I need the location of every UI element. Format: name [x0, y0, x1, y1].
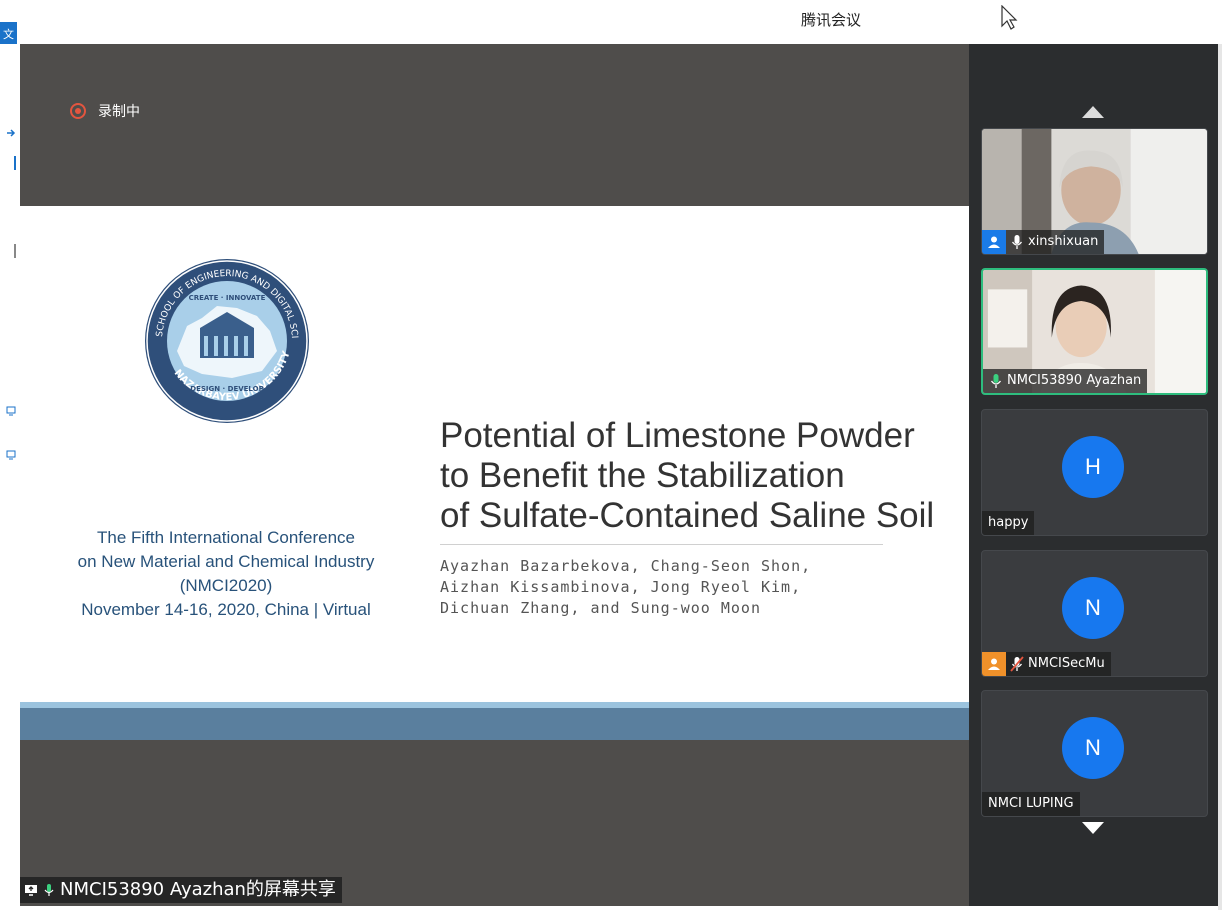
slide-title-line: to Benefit the Stabilization	[440, 456, 845, 495]
authors: Ayazhan Bazarbekova, Chang-Seon Shon, Ai…	[440, 556, 811, 619]
logo-motto-bottom: DESIGN · DEVELOP	[190, 385, 263, 393]
microphone-icon	[44, 884, 54, 896]
host-icon	[982, 230, 1006, 254]
app-title: 腾讯会议	[801, 11, 862, 29]
recording-label: 录制中	[98, 104, 140, 120]
participant-name-tag: NMCISecMu	[982, 652, 1111, 676]
title-divider	[440, 544, 883, 545]
participant-name: xinshixuan	[1028, 234, 1099, 249]
presentation-slide: SCHOOL OF ENGINEERING AND DIGITAL SCIENC…	[20, 206, 969, 740]
participant-name: NMCISecMu	[1028, 656, 1105, 671]
participant-avatar: N	[1062, 717, 1124, 779]
monitor-icon	[6, 450, 16, 460]
conference-line: (NMCI2020)	[179, 576, 273, 595]
participant-name: NMCI53890 Ayazhan	[1007, 373, 1142, 388]
mouse-cursor-icon	[1001, 5, 1018, 30]
cohost-icon	[982, 652, 1006, 676]
logo-motto-top: CREATE · INNOVATE	[189, 294, 266, 302]
scroll-up-arrow-icon[interactable]	[1082, 106, 1104, 118]
strip-line	[14, 244, 16, 258]
monitor-icon	[6, 406, 16, 416]
conference-line: November 14-16, 2020, China | Virtual	[81, 600, 371, 619]
slide-title-line: Potential of Limestone Powder	[440, 416, 915, 455]
participant-name-tag: xinshixuan	[982, 230, 1105, 254]
authors-line: Aizhan Kissambinova, Jong Ryeol Kim,	[440, 578, 802, 596]
microphone-icon	[1011, 235, 1023, 249]
slide-title-line: of Sulfate-Contained Saline Soil	[440, 496, 935, 535]
title-bar: 文件 腾讯会议	[0, 0, 1222, 48]
conference-line: The Fifth International Conference	[97, 528, 355, 547]
participant-avatar: H	[1062, 436, 1124, 498]
microphone-muted-icon	[1010, 656, 1024, 672]
arrow-icon	[7, 129, 16, 137]
scroll-down-arrow-icon[interactable]	[1082, 822, 1104, 834]
window-edge	[1218, 44, 1222, 910]
participant-name-tag: NMCI53890 Ayazhan	[983, 369, 1148, 393]
participant-tile-nmcisecmu[interactable]: N NMCISecMu	[981, 550, 1208, 677]
screen-share-area: 录制中 SCHOOL OF ENGINEERING AND DIGITAL SC…	[20, 44, 989, 906]
participant-avatar: N	[1062, 577, 1124, 639]
participant-panel: xinshixuan NMCI53890 Ayazhan H happy N N…	[969, 44, 1218, 906]
participant-tile-nmci-luping[interactable]: N NMCI LUPING	[981, 690, 1208, 817]
microphone-speaking-icon	[990, 374, 1002, 388]
participant-name: happy	[988, 515, 1029, 530]
strip-line	[14, 156, 16, 170]
nazarbayev-university-logo: SCHOOL OF ENGINEERING AND DIGITAL SCIENC…	[142, 256, 309, 423]
participant-name: NMCI LUPING	[988, 796, 1074, 811]
background-window-strip	[0, 44, 20, 910]
participant-tile-nmci53890-ayazhan[interactable]: NMCI53890 Ayazhan	[981, 268, 1208, 395]
conference-line: on New Material and Chemical Industry	[77, 552, 375, 571]
recording-indicator: 录制中	[70, 102, 140, 120]
participant-tile-xinshixuan[interactable]: xinshixuan	[981, 128, 1208, 255]
record-icon	[70, 103, 86, 119]
participant-tile-happy[interactable]: H happy	[981, 409, 1208, 536]
participant-name-tag: happy	[982, 511, 1035, 535]
screen-share-caption-text: NMCI53890 Ayazhan的屏幕共享	[60, 879, 336, 900]
slide-title: Potential of Limestone Powder to Benefit…	[440, 416, 950, 536]
conference-info: The Fifth International Conference on Ne…	[60, 526, 392, 622]
screen-share-caption: NMCI53890 Ayazhan的屏幕共享	[20, 877, 342, 903]
screen-share-icon	[25, 885, 37, 896]
authors-line: Ayazhan Bazarbekova, Chang-Seon Shon,	[440, 557, 812, 575]
slide-footer-band	[20, 708, 969, 740]
participant-name-tag: NMCI LUPING	[982, 792, 1080, 816]
authors-line: Dichuan Zhang, and Sung-woo Moon	[440, 599, 761, 617]
